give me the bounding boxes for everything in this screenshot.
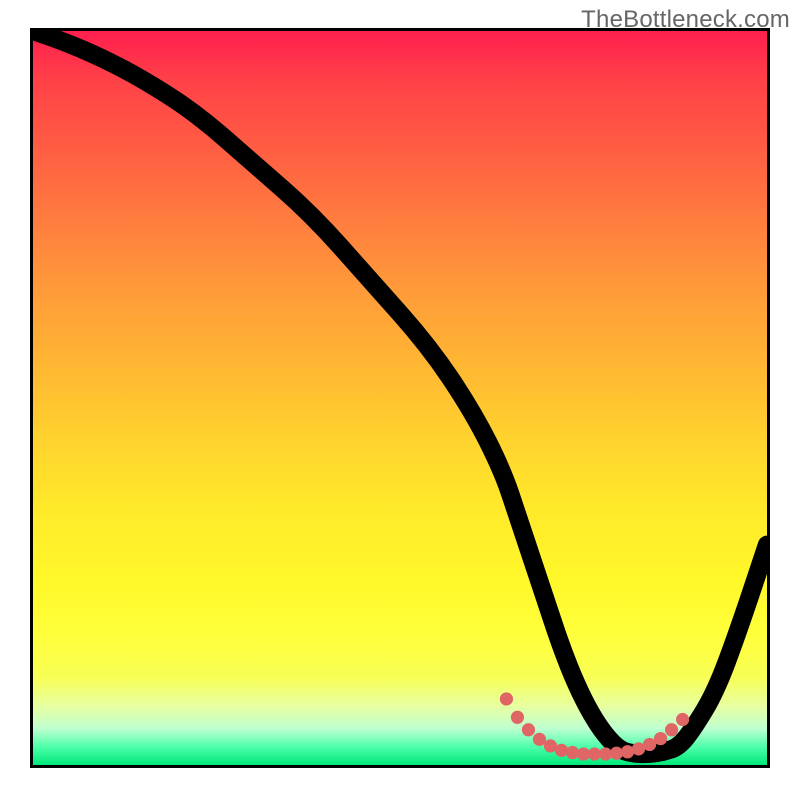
optimal-marker (676, 713, 689, 726)
optimal-marker (654, 732, 667, 745)
optimal-marker (500, 692, 513, 705)
optimal-marker (555, 744, 568, 757)
bottleneck-curve (33, 31, 767, 754)
optimal-marker (511, 711, 524, 724)
plot-area (30, 28, 770, 768)
optimal-marker (665, 723, 678, 736)
optimal-marker (522, 723, 535, 736)
optimal-marker (533, 733, 546, 746)
bottleneck-chart: TheBottleneck.com (0, 0, 800, 800)
curve-svg (33, 31, 767, 765)
